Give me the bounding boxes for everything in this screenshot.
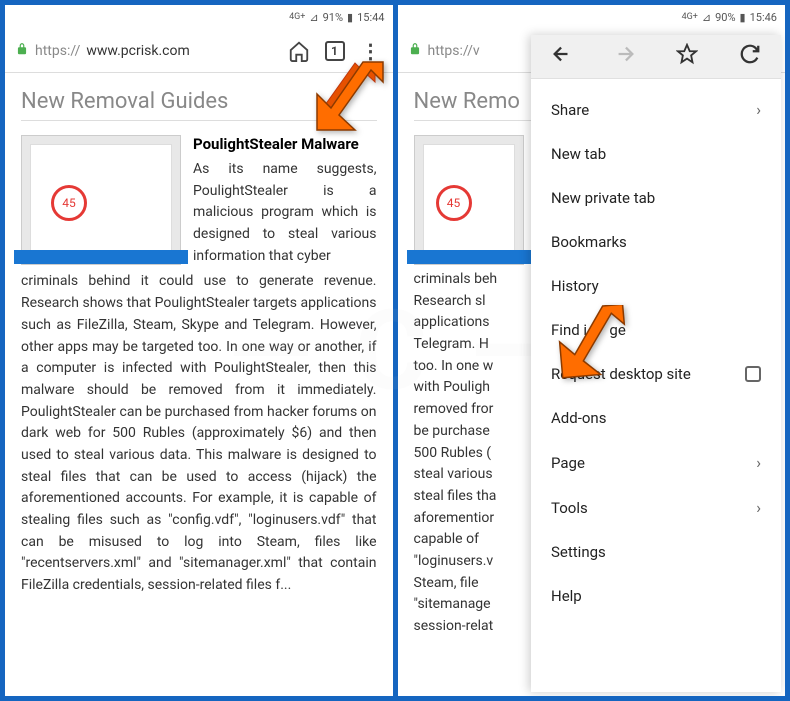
article-lead: As its name suggests, PoulightStealer is…: [193, 159, 377, 267]
signal-icon: ⊿: [309, 11, 318, 24]
menu-new-tab[interactable]: New tab: [531, 132, 781, 176]
menu-button[interactable]: ⋮: [359, 39, 383, 63]
divider: [21, 120, 377, 121]
phone-left: 4G+ ⊿ 91% ▮ 15:44 https:// www.pcrisk.com…: [5, 5, 393, 696]
phone-right: 4G+ ⊿ 90% ▮ 15:46 https://v New Remo 45: [398, 5, 786, 696]
page-content: New Removal Guides 45 PoulightStealer Ma…: [5, 73, 393, 696]
menu-page[interactable]: Page ›: [531, 440, 781, 485]
thumb-number: 45: [62, 196, 76, 210]
browser-menu: Share › New tab New private tab Bookmark…: [531, 35, 781, 692]
battery-pct: 91%: [323, 11, 343, 24]
menu-share[interactable]: Share ›: [531, 87, 781, 132]
menu-items: Share › New tab New private tab Bookmark…: [531, 79, 781, 626]
clock: 15:44: [357, 11, 384, 24]
menu-find-in-page[interactable]: Find i ge: [531, 308, 781, 352]
article-thumbnail[interactable]: 45: [414, 135, 524, 265]
url-protocol: https://: [35, 43, 80, 59]
status-bar: 4G+ ⊿ 90% ▮ 15:46: [398, 5, 786, 29]
menu-label: Page: [551, 454, 585, 472]
chevron-right-icon: ›: [756, 453, 761, 472]
menu-addons[interactable]: Add-ons: [531, 396, 781, 440]
menu-label: Bookmarks: [551, 233, 627, 251]
menu-label: Find i ge: [551, 321, 626, 339]
article-thumbnail[interactable]: 45: [21, 135, 181, 265]
menu-nav-bar: [531, 35, 781, 79]
menu-label: Add-ons: [551, 409, 606, 427]
signal-icon: ⊿: [702, 11, 711, 24]
battery-icon: ▮: [740, 11, 746, 24]
forward-button[interactable]: [606, 39, 644, 74]
menu-settings[interactable]: Settings: [531, 530, 781, 574]
menu-new-private-tab[interactable]: New private tab: [531, 176, 781, 220]
menu-label: New tab: [551, 145, 606, 163]
menu-label: Request desktop site: [551, 365, 691, 383]
menu-request-desktop[interactable]: Request desktop site: [531, 352, 781, 396]
battery-pct: 90%: [715, 11, 735, 24]
browser-toolbar: https:// www.pcrisk.com 1 ⋮: [5, 29, 393, 73]
menu-label: Share: [551, 101, 589, 119]
url-host: www.pcrisk.com: [86, 43, 189, 59]
url-bar[interactable]: https:// www.pcrisk.com: [15, 42, 275, 60]
article: 45 PoulightStealer Malware As its name s…: [21, 135, 377, 597]
home-icon[interactable]: [287, 39, 311, 63]
menu-label: Tools: [551, 499, 588, 517]
checkbox-icon[interactable]: [745, 366, 761, 382]
bookmark-star-button[interactable]: [668, 39, 706, 74]
section-title: New Removal Guides: [21, 89, 377, 114]
article-title[interactable]: PoulightStealer Malware: [193, 135, 377, 153]
chevron-right-icon: ›: [756, 498, 761, 517]
clock: 15:46: [750, 11, 777, 24]
menu-tools[interactable]: Tools ›: [531, 485, 781, 530]
lock-icon: [15, 42, 29, 60]
menu-label: New private tab: [551, 189, 655, 207]
reload-button[interactable]: [731, 39, 769, 74]
chevron-right-icon: ›: [756, 100, 761, 119]
back-button[interactable]: [543, 39, 581, 74]
battery-icon: ▮: [347, 11, 353, 24]
tabs-button[interactable]: 1: [323, 39, 347, 63]
menu-bookmarks[interactable]: Bookmarks: [531, 220, 781, 264]
menu-history[interactable]: History: [531, 264, 781, 308]
url-text: https://v: [428, 43, 480, 59]
menu-label: History: [551, 277, 599, 295]
status-bar: 4G+ ⊿ 91% ▮ 15:44: [5, 5, 393, 29]
menu-help[interactable]: Help: [531, 574, 781, 618]
network-indicator: 4G+: [682, 12, 698, 22]
thumb-number: 45: [447, 196, 461, 210]
lock-icon: [408, 42, 422, 60]
menu-label: Help: [551, 587, 582, 605]
article-body: criminals behind it could use to generat…: [21, 271, 377, 596]
menu-label: Settings: [551, 543, 606, 561]
tab-count: 1: [325, 41, 345, 61]
network-indicator: 4G+: [289, 12, 305, 22]
